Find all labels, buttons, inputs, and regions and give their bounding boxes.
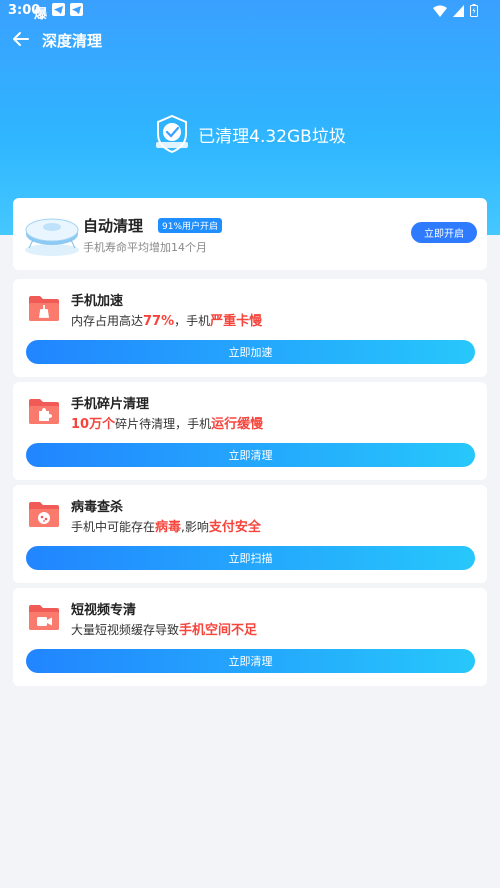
battery-icon bbox=[470, 4, 478, 17]
clean-short-video-button[interactable]: 立即清理 bbox=[26, 649, 475, 673]
status-bar: 3:00 爆 bbox=[0, 0, 500, 22]
task-title: 短视频专清 bbox=[71, 603, 137, 618]
robot-vacuum-icon bbox=[25, 218, 79, 256]
shield-check-icon bbox=[156, 114, 189, 154]
auto-clean-title: 自动清理 bbox=[83, 217, 144, 235]
auto-clean-subtitle: 手机寿命平均增加14个月 bbox=[83, 241, 207, 254]
nav-bar: 深度清理 bbox=[0, 28, 500, 56]
auto-clean-card: 自动清理 91%用户开启 手机寿命平均增加14个月 立即开启 bbox=[13, 198, 487, 270]
cleaned-summary: 已清理4.32GB垃圾 bbox=[0, 112, 500, 156]
cleaned-amount-text: 已清理4.32GB垃圾 bbox=[198, 126, 346, 147]
speedup-button[interactable]: 立即加速 bbox=[26, 340, 475, 364]
task-card-short-video: 短视频专清 大量短视频缓存导致手机空间不足 立即清理 bbox=[13, 588, 487, 686]
wifi-icon bbox=[433, 5, 447, 17]
task-card-fragments: 手机碎片清理 10万个碎片待清理，手机运行缓慢 立即清理 bbox=[13, 382, 487, 480]
task-description: 内存占用高达77%，手机严重卡慢 bbox=[71, 314, 263, 329]
status-notification-text: 爆 bbox=[34, 7, 48, 22]
puzzle-folder-icon bbox=[29, 399, 59, 424]
task-description: 10万个碎片待清理，手机运行缓慢 bbox=[71, 417, 264, 432]
telegram-icon bbox=[70, 3, 83, 16]
task-description: 手机中可能存在病毒,影响支付安全 bbox=[71, 520, 261, 535]
broom-folder-icon bbox=[29, 296, 59, 321]
enable-auto-clean-button[interactable]: 立即开启 bbox=[411, 222, 477, 243]
page-title: 深度清理 bbox=[42, 32, 103, 50]
task-title: 病毒查杀 bbox=[71, 500, 124, 515]
task-title: 手机碎片清理 bbox=[71, 397, 150, 412]
auto-clean-badge: 91%用户开启 bbox=[158, 218, 223, 233]
clean-fragments-button[interactable]: 立即清理 bbox=[26, 443, 475, 467]
virus-folder-icon bbox=[29, 502, 59, 527]
virus-scan-button[interactable]: 立即扫描 bbox=[26, 546, 475, 570]
telegram-icon bbox=[52, 3, 65, 16]
task-description: 大量短视频缓存导致手机空间不足 bbox=[71, 623, 258, 638]
task-title: 手机加速 bbox=[71, 294, 124, 309]
task-card-virus: 病毒查杀 手机中可能存在病毒,影响支付安全 立即扫描 bbox=[13, 485, 487, 583]
video-folder-icon bbox=[29, 605, 59, 630]
task-card-speedup: 手机加速 内存占用高达77%，手机严重卡慢 立即加速 bbox=[13, 279, 487, 377]
back-arrow-icon[interactable] bbox=[10, 28, 32, 50]
signal-icon bbox=[453, 4, 464, 17]
